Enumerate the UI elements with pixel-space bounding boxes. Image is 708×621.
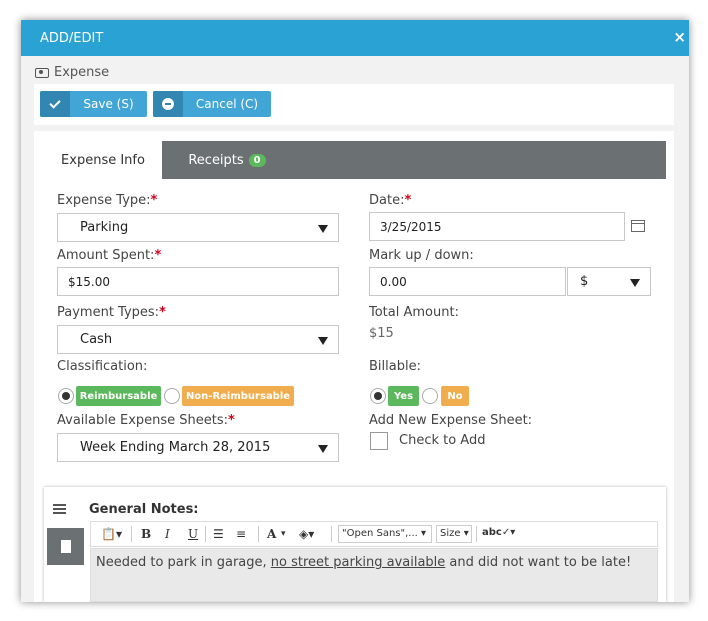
expense-sheets-select[interactable]: Week Ending March 28, 2015 [57,433,339,462]
editor-toolbar: 📋▾ B I U ☰ ≡ A ▾ ◈▾ "Open Sans",... ▾ Si… [90,521,658,547]
action-toolbar: Save (S) Cancel (C) [34,84,674,125]
dialog-subtitle: Expense [35,65,109,80]
tab-receipts[interactable]: Receipts 0 [162,141,292,179]
markup-value: 0.00 [380,274,407,289]
close-icon[interactable]: × [673,28,686,46]
numbered-list-icon[interactable]: ≡ [236,527,246,541]
tab-bar: Expense Info Receipts 0 [44,141,666,179]
minus-circle-icon [153,91,183,117]
reimbursable-option[interactable]: Reimbursable [76,386,161,406]
payment-types-select[interactable]: Cash [57,325,339,354]
new-sheet-checkbox-label: Check to Add [399,433,486,448]
billable-no-option[interactable]: No [441,386,469,406]
notes-side-tab[interactable] [47,528,84,565]
amount-spent-label: Amount Spent:* [57,248,162,263]
expense-type-value: Parking [80,220,129,235]
form-panel: Expense Info Receipts 0 Expense Type:* P… [34,131,674,602]
caret-down-icon [630,279,640,287]
markup-unit-value: $ [580,274,589,289]
new-sheet-label: Add New Expense Sheet: [369,413,533,428]
date-value: 3/25/2015 [380,219,442,234]
date-input[interactable]: 3/25/2015 [369,212,625,241]
calendar-icon[interactable] [631,220,645,232]
amount-spent-value: $15.00 [68,274,110,289]
amount-spent-input[interactable]: $15.00 [57,267,339,296]
tab-expense-info[interactable]: Expense Info [44,141,162,179]
markup-input[interactable]: 0.00 [369,267,566,296]
italic-button[interactable]: I [165,527,170,541]
markup-label: Mark up / down: [369,248,474,263]
caret-down-icon: ▾ [281,529,286,539]
general-notes-panel: General Notes: 📋▾ B I U ☰ ≡ A ▾ ◈▾ "Open… [44,487,666,602]
list-icon [53,504,66,514]
notes-editor[interactable]: Needed to park in garage, no street park… [90,548,658,602]
total-amount-value: $15 [369,326,394,341]
save-button[interactable]: Save (S) [40,91,147,117]
money-icon [35,67,49,78]
cancel-button[interactable]: Cancel (C) [153,91,271,117]
tab-receipts-label: Receipts [188,152,244,168]
notes-text-underlined: no street parking available [270,555,446,570]
payment-types-value: Cash [80,332,113,347]
billable-label: Billable: [369,359,421,374]
bullet-list-icon[interactable]: ☰ [213,527,224,541]
expense-sheets-label: Available Expense Sheets:* [57,413,235,428]
font-size-select[interactable]: Size ▾ [436,525,472,543]
bold-button[interactable]: B [141,527,151,541]
subtitle-label: Expense [54,65,110,80]
cancel-button-label: Cancel (C) [195,97,259,111]
non-reimbursable-radio[interactable] [164,388,180,404]
document-icon [60,540,71,553]
dialog-title: ADD/EDIT [40,31,104,46]
check-icon [40,91,70,117]
billable-yes-option[interactable]: Yes [388,386,419,406]
notes-text-before: Needed to park in garage, [96,555,271,570]
markup-unit-select[interactable]: $ [567,267,651,296]
caret-down-icon [318,225,328,233]
non-reimbursable-option[interactable]: Non-Reimbursable [182,386,294,406]
billable-yes-radio[interactable] [370,388,386,404]
underline-button[interactable]: U [188,527,198,541]
payment-types-label: Payment Types:* [57,305,166,320]
font-family-select[interactable]: "Open Sans",... ▾ [338,525,432,543]
save-button-label: Save (S) [83,97,134,111]
paste-icon[interactable]: 📋▾ [101,527,122,541]
classification-label: Classification: [57,359,148,374]
font-color-button[interactable]: A [267,527,276,541]
expense-type-select[interactable]: Parking [57,213,339,242]
caret-down-icon [318,445,328,453]
caret-down-icon [318,337,328,345]
new-sheet-checkbox[interactable] [370,432,388,450]
add-edit-dialog: ADD/EDIT × Expense Save (S) Cancel (C) E… [21,20,689,602]
spellcheck-icon[interactable]: abc✓▾ [482,527,515,538]
reimbursable-radio[interactable] [58,388,74,404]
billable-no-radio[interactable] [422,388,438,404]
notes-text-after: and did not want to be late! [445,555,632,570]
date-label: Date:* [369,193,412,208]
tab-expense-info-label: Expense Info [61,152,145,168]
expense-type-label: Expense Type:* [57,193,158,208]
expense-sheets-value: Week Ending March 28, 2015 [80,440,271,455]
highlight-icon[interactable]: ◈▾ [299,527,314,541]
receipts-count-badge: 0 [248,153,266,167]
notes-title: General Notes: [89,502,199,517]
dialog-titlebar: ADD/EDIT × [21,20,689,56]
total-amount-label: Total Amount: [369,305,459,320]
